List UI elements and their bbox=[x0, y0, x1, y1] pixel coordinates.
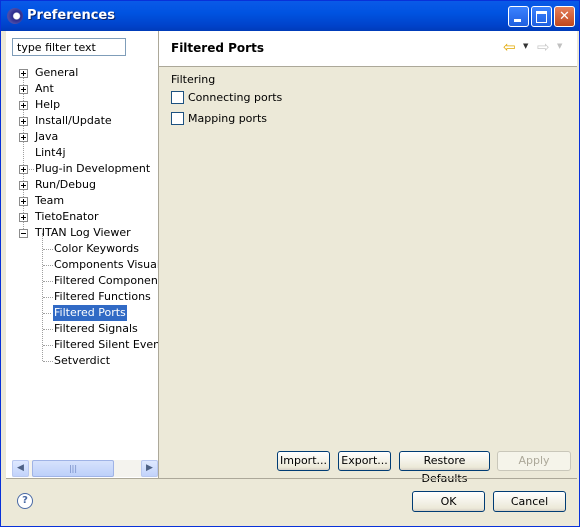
tree-item-label: Plug-in Development bbox=[35, 162, 151, 175]
window-title: Preferences bbox=[27, 8, 115, 23]
tree-item-label: TietoEnator bbox=[35, 210, 99, 223]
tree-item-label: Run/Debug bbox=[35, 178, 96, 191]
ok-button[interactable]: OK bbox=[412, 491, 485, 512]
checkbox-label: Connecting ports bbox=[188, 91, 283, 104]
expand-icon[interactable] bbox=[19, 133, 28, 142]
checkbox-box[interactable] bbox=[171, 112, 184, 125]
close-button[interactable]: ✕ bbox=[554, 6, 575, 27]
import-button[interactable]: Import... bbox=[277, 451, 330, 471]
scroll-left-button[interactable]: ◀ bbox=[12, 460, 29, 477]
scroll-right-button[interactable]: ▶ bbox=[141, 460, 158, 477]
tree-item-label: Filtered Functions bbox=[54, 290, 151, 303]
preference-page: Filtered Ports ⇦ ▼ ⇨ ▼ Filtering Connect… bbox=[159, 31, 577, 485]
tree-item-label: Color Keywords bbox=[54, 242, 139, 255]
page-title: Filtered Ports bbox=[171, 41, 264, 55]
minimize-icon bbox=[509, 7, 528, 26]
maximize-button[interactable] bbox=[531, 6, 552, 27]
checkbox-label: Mapping ports bbox=[188, 112, 267, 125]
horizontal-scrollbar[interactable]: ◀ ||| ▶ bbox=[12, 460, 158, 477]
expand-icon[interactable] bbox=[19, 101, 28, 110]
dialog-separator bbox=[6, 478, 577, 479]
expand-icon[interactable] bbox=[19, 69, 28, 78]
title-bar[interactable]: Preferences ✕ bbox=[1, 1, 579, 31]
filtering-group-label: Filtering bbox=[171, 73, 216, 86]
tree-item-label: Lint4j bbox=[35, 146, 66, 159]
preference-tree: General Ant Help Install/Update Java Lin… bbox=[6, 65, 158, 460]
close-icon: ✕ bbox=[559, 9, 570, 24]
tree-item-label: Install/Update bbox=[35, 114, 112, 127]
tree-item-label: General bbox=[35, 66, 79, 79]
tree-guide-line bbox=[23, 73, 24, 233]
expand-icon[interactable] bbox=[19, 117, 28, 126]
tree-item-label: Filtered Silent Events bbox=[54, 338, 158, 351]
expand-icon[interactable] bbox=[19, 85, 28, 94]
export-button[interactable]: Export... bbox=[338, 451, 391, 471]
tree-guide-line bbox=[43, 361, 53, 362]
tree-item-label: Components Visual O bbox=[54, 258, 158, 271]
expand-icon[interactable] bbox=[19, 213, 28, 222]
tree-guide-line bbox=[43, 297, 53, 298]
tree-guide-line bbox=[43, 281, 53, 282]
checkbox-box[interactable] bbox=[171, 91, 184, 104]
forward-arrow-icon[interactable]: ⇨ bbox=[537, 40, 555, 55]
forward-history-dropdown-icon[interactable]: ▼ bbox=[557, 42, 562, 50]
back-history-dropdown-icon[interactable]: ▼ bbox=[523, 42, 528, 50]
page-header: Filtered Ports ⇦ ▼ ⇨ ▼ bbox=[159, 31, 577, 67]
preferences-window: Preferences ✕ General Ant bbox=[0, 0, 580, 527]
tree-item-label: Team bbox=[35, 194, 65, 207]
expand-icon[interactable] bbox=[19, 181, 28, 190]
tree-item-label: TITAN Log Viewer bbox=[35, 226, 131, 239]
tree-guide-line bbox=[43, 249, 53, 250]
tree-item-label: Help bbox=[35, 98, 61, 111]
tree-item-label: Java bbox=[35, 130, 59, 143]
preference-tree-pane: General Ant Help Install/Update Java Lin… bbox=[6, 31, 159, 478]
tree-guide-line bbox=[43, 265, 53, 266]
tree-guide-line bbox=[43, 345, 53, 346]
tree-item-label: Ant bbox=[35, 82, 54, 95]
minimize-button[interactable] bbox=[508, 6, 529, 27]
expand-icon[interactable] bbox=[19, 197, 28, 206]
tree-guide-line bbox=[43, 313, 53, 314]
back-arrow-icon[interactable]: ⇦ bbox=[503, 40, 521, 55]
tree-item-label: Filtered Components bbox=[54, 274, 158, 287]
apply-button[interactable]: Apply bbox=[497, 451, 571, 471]
tree-item-label: Filtered Signals bbox=[54, 322, 138, 335]
filter-input[interactable] bbox=[12, 38, 126, 56]
restore-defaults-button[interactable]: Restore Defaults bbox=[399, 451, 490, 485]
scroll-thumb[interactable]: ||| bbox=[32, 460, 114, 477]
maximize-icon bbox=[532, 7, 551, 26]
tree-item-label: Setverdict bbox=[54, 354, 111, 367]
help-icon[interactable]: ? bbox=[17, 493, 33, 509]
expand-icon[interactable] bbox=[19, 165, 28, 174]
collapse-icon[interactable] bbox=[19, 229, 28, 238]
cancel-button[interactable]: Cancel bbox=[493, 491, 566, 512]
tree-guide-line bbox=[43, 329, 53, 330]
tree-item-label: Filtered Ports bbox=[52, 304, 128, 322]
eclipse-icon bbox=[7, 8, 23, 24]
